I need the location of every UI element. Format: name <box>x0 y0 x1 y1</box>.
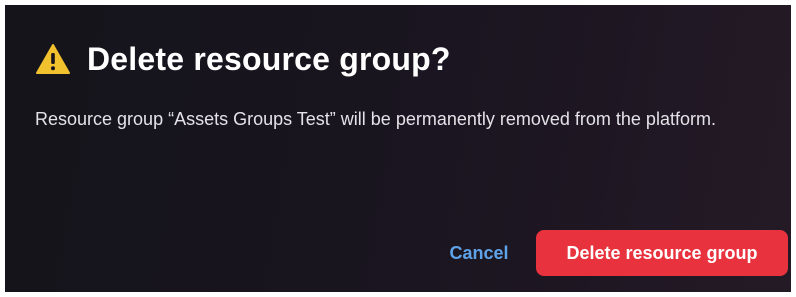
dialog-title: Delete resource group? <box>87 41 451 77</box>
warning-triangle-icon <box>36 44 70 74</box>
cancel-button[interactable]: Cancel <box>437 233 521 273</box>
delete-dialog: Delete resource group? Resource group “A… <box>5 5 791 292</box>
dialog-message: Resource group “Assets Groups Test” will… <box>35 109 716 129</box>
delete-resource-group-button[interactable]: Delete resource group <box>536 230 788 276</box>
dialog-header: Delete resource group? <box>35 39 451 79</box>
